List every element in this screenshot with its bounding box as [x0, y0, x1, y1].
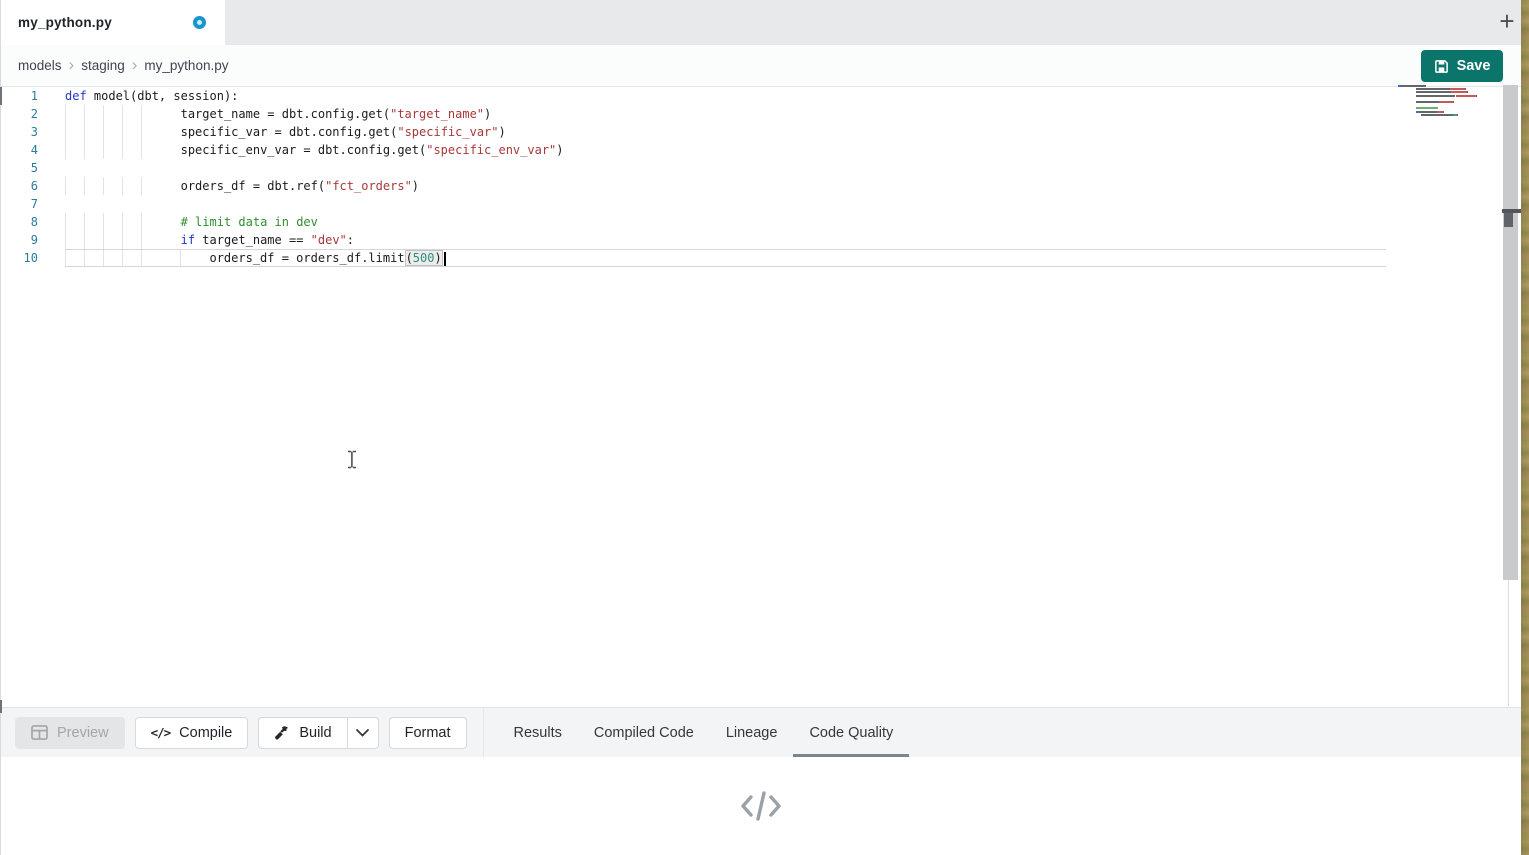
- bottom-toolbar: Preview </> Compile Build Format: [0, 707, 1521, 757]
- code-line: 2target_name = dbt.config.get("target_na…: [0, 105, 1521, 123]
- save-label: Save: [1457, 58, 1491, 74]
- breadcrumb-item-file[interactable]: my_python.py: [144, 58, 228, 73]
- code-line: 8# limit data in dev: [0, 213, 1521, 231]
- text-caret: [444, 252, 446, 266]
- tab-compiled-code[interactable]: Compiled Code: [578, 708, 710, 758]
- minimap[interactable]: [1398, 85, 1473, 129]
- code-line: 1def model(dbt, session):: [0, 87, 1521, 105]
- line-number: 6: [0, 177, 38, 195]
- line-number: 4: [0, 141, 38, 159]
- left-edge-marker: [0, 87, 2, 105]
- desktop-edge-texture: [1521, 0, 1529, 855]
- line-number: 9: [0, 231, 38, 249]
- code-editor[interactable]: 1def model(dbt, session):2target_name = …: [0, 87, 1521, 706]
- scrollbar-gutter-line: [1508, 580, 1509, 706]
- results-panel-empty: [0, 757, 1521, 855]
- file-tab-title: my_python.py: [18, 15, 112, 30]
- line-number: 2: [0, 105, 38, 123]
- code-line: 3specific_var = dbt.config.get("specific…: [0, 123, 1521, 141]
- code-line: 5: [0, 159, 1521, 177]
- code-placeholder-icon: [739, 789, 783, 823]
- compile-button[interactable]: </> Compile: [135, 717, 249, 749]
- left-edge-marker: [0, 700, 2, 713]
- code-icon: </>: [151, 725, 171, 740]
- preview-label: Preview: [57, 725, 109, 741]
- line-number: 10: [0, 249, 38, 267]
- line-number: 8: [0, 213, 38, 231]
- vertical-scrollbar[interactable]: [1503, 85, 1518, 580]
- chevron-right-icon: ›: [132, 55, 138, 75]
- tab-lineage[interactable]: Lineage: [710, 708, 794, 758]
- build-label: Build: [299, 725, 331, 741]
- build-options-dropdown[interactable]: [347, 717, 379, 749]
- toolbar-divider: [483, 708, 484, 758]
- code-line: 6orders_df = dbt.ref("fct_orders"): [0, 177, 1521, 195]
- breadcrumb-item-models[interactable]: models: [18, 58, 62, 73]
- line-number: 1: [0, 87, 38, 105]
- ibeam-mouse-cursor-icon: [346, 450, 358, 469]
- file-tab-my-python[interactable]: my_python.py: [0, 0, 225, 45]
- code-line: 7: [0, 195, 1521, 213]
- preview-button[interactable]: Preview: [15, 717, 125, 749]
- left-panel-edge: [0, 0, 1, 855]
- build-button[interactable]: Build: [258, 717, 346, 749]
- chevron-down-icon: [356, 729, 369, 737]
- format-label: Format: [405, 725, 451, 741]
- breadcrumb: models › staging › my_python.py Save: [0, 45, 1521, 87]
- breadcrumb-item-staging[interactable]: staging: [81, 58, 125, 73]
- code-line: 4specific_env_var = dbt.config.get("spec…: [0, 141, 1521, 159]
- dbt-cloud-ide: my_python.py + models › staging › my_pyt…: [0, 0, 1529, 855]
- floppy-disk-icon: [1434, 59, 1449, 74]
- plus-icon: +: [1499, 6, 1514, 37]
- compile-label: Compile: [179, 725, 232, 741]
- unsaved-changes-dot-icon: [193, 16, 206, 29]
- code-line: 10orders_df = orders_df.limit(500): [0, 249, 1521, 267]
- tab-code-quality[interactable]: Code Quality: [793, 708, 909, 758]
- file-tab-bar: my_python.py +: [0, 0, 1521, 45]
- line-number: 5: [0, 159, 38, 177]
- code-line: 9if target_name == "dev":: [0, 231, 1521, 249]
- line-number: 3: [0, 123, 38, 141]
- result-tabs: Results Compiled Code Lineage Code Quali…: [498, 708, 910, 758]
- new-tab-button[interactable]: +: [1492, 6, 1522, 36]
- tab-results[interactable]: Results: [498, 708, 578, 758]
- build-split-button: Build: [258, 717, 378, 749]
- chevron-right-icon: ›: [69, 55, 75, 75]
- line-number: 7: [0, 195, 38, 213]
- table-icon: [31, 725, 48, 740]
- format-button[interactable]: Format: [389, 717, 467, 749]
- hammer-icon: [274, 725, 290, 741]
- save-button[interactable]: Save: [1421, 50, 1503, 82]
- overview-ruler-marker-block: [1504, 213, 1513, 227]
- code-lines: 1def model(dbt, session):2target_name = …: [0, 87, 1521, 267]
